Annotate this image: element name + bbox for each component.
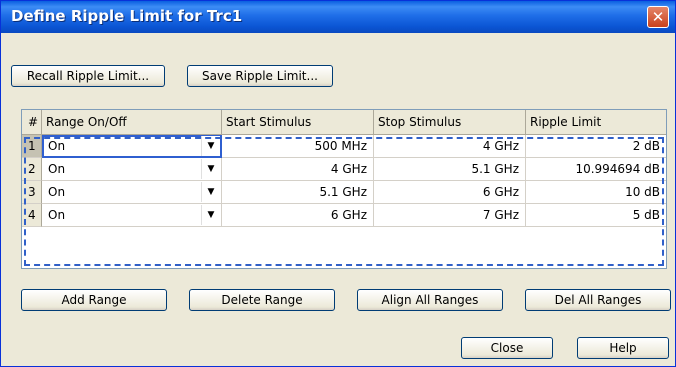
chevron-down-icon[interactable]: ▼ bbox=[201, 205, 220, 225]
range-on-off-select[interactable]: On ▼ bbox=[42, 204, 222, 227]
column-header-index: # bbox=[22, 110, 42, 135]
start-stimulus-cell[interactable]: 5.1 GHz bbox=[222, 181, 374, 204]
start-stimulus-cell[interactable]: 4 GHz bbox=[222, 158, 374, 181]
delete-range-button[interactable]: Delete Range bbox=[189, 289, 335, 311]
close-window-button[interactable]: ✕ bbox=[647, 6, 669, 28]
chevron-down-icon[interactable]: ▼ bbox=[201, 159, 220, 179]
start-stimulus-cell[interactable]: 6 GHz bbox=[222, 204, 374, 227]
stop-stimulus-cell[interactable]: 4 GHz bbox=[374, 135, 526, 158]
range-value: On bbox=[48, 208, 66, 222]
ripple-limit-cell[interactable]: 10 dB bbox=[526, 181, 666, 204]
save-ripple-limit-button[interactable]: Save Ripple Limit... bbox=[187, 65, 333, 87]
row-header[interactable]: 4 bbox=[22, 204, 42, 227]
column-header-stop[interactable]: Stop Stimulus bbox=[374, 110, 526, 135]
row-header[interactable]: 2 bbox=[22, 158, 42, 181]
range-on-off-select[interactable]: On ▼ bbox=[42, 181, 222, 204]
column-header-range[interactable]: Range On/Off bbox=[42, 110, 222, 135]
column-header-ripple-limit[interactable]: Ripple Limit bbox=[526, 110, 666, 135]
chevron-down-icon[interactable]: ▼ bbox=[201, 136, 220, 156]
stop-stimulus-cell[interactable]: 5.1 GHz bbox=[374, 158, 526, 181]
stop-stimulus-cell[interactable]: 7 GHz bbox=[374, 204, 526, 227]
column-header-start[interactable]: Start Stimulus bbox=[222, 110, 374, 135]
help-button[interactable]: Help bbox=[577, 337, 669, 359]
ripple-limit-cell[interactable]: 2 dB bbox=[526, 135, 666, 158]
row-header[interactable]: 3 bbox=[22, 181, 42, 204]
recall-ripple-limit-button[interactable]: Recall Ripple Limit... bbox=[11, 65, 165, 87]
range-value: On bbox=[48, 185, 66, 199]
define-ripple-limit-dialog: Define Ripple Limit for Trc1 ✕ Recall Ri… bbox=[0, 0, 676, 367]
ripple-limit-table: # Range On/Off Start Stimulus Stop Stimu… bbox=[21, 109, 667, 269]
align-all-ranges-button[interactable]: Align All Ranges bbox=[357, 289, 503, 311]
ripple-limit-cell[interactable]: 10.994694 dB bbox=[526, 158, 666, 181]
title-bar: Define Ripple Limit for Trc1 ✕ bbox=[1, 1, 675, 33]
delete-all-ranges-button[interactable]: Del All Ranges bbox=[525, 289, 671, 311]
range-value: On bbox=[48, 162, 66, 176]
stop-stimulus-cell[interactable]: 6 GHz bbox=[374, 181, 526, 204]
add-range-button[interactable]: Add Range bbox=[21, 289, 167, 311]
range-on-off-select[interactable]: On ▼ bbox=[42, 158, 222, 181]
range-value: On bbox=[48, 139, 66, 153]
ripple-limit-cell[interactable]: 5 dB bbox=[526, 204, 666, 227]
start-stimulus-cell[interactable]: 500 MHz bbox=[222, 135, 374, 158]
chevron-down-icon[interactable]: ▼ bbox=[201, 182, 220, 202]
close-icon: ✕ bbox=[651, 8, 665, 26]
close-button[interactable]: Close bbox=[461, 337, 553, 359]
row-header[interactable]: 1 bbox=[22, 135, 42, 158]
dialog-title: Define Ripple Limit for Trc1 bbox=[11, 7, 243, 25]
range-on-off-select[interactable]: On ▼ bbox=[42, 135, 222, 158]
